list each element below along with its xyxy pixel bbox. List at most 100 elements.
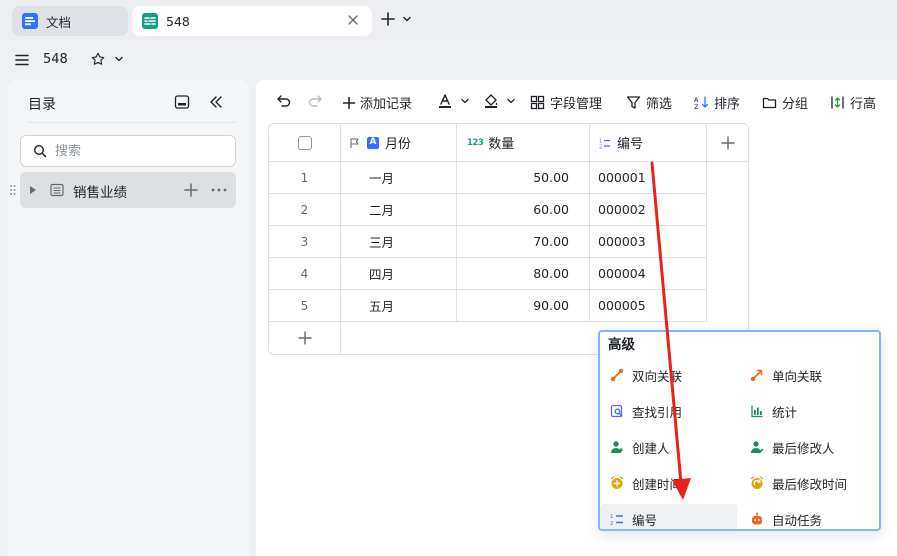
lookup-icon xyxy=(610,404,624,418)
paint-bucket-icon xyxy=(483,93,499,109)
stats-icon xyxy=(750,404,764,418)
table-cell-month[interactable]: 一月 xyxy=(341,162,457,194)
filter-label: 筛选 xyxy=(646,97,673,112)
menu-item-auto-number[interactable]: 12 编号 xyxy=(600,504,737,529)
table-cell-quantity[interactable]: 60.00 xyxy=(457,194,590,226)
sort-icon: AZ xyxy=(694,95,709,110)
add-field-button[interactable] xyxy=(707,124,748,162)
modifier-icon xyxy=(750,440,764,454)
table-cell-quantity[interactable]: 70.00 xyxy=(457,226,590,258)
favorite-button[interactable] xyxy=(91,52,124,66)
more-icon[interactable] xyxy=(210,182,228,198)
divider xyxy=(28,122,236,123)
menu-item-modified-time[interactable]: 最后修改时间 xyxy=(740,468,877,498)
svg-text:2: 2 xyxy=(599,144,602,149)
menu-item-label: 创建时间 xyxy=(632,476,683,492)
menu-item-last-modifier[interactable]: 最后修改人 xyxy=(740,432,877,462)
sort-label: 排序 xyxy=(714,97,741,112)
add-record-label: 添加记录 xyxy=(360,97,413,112)
column-header-month[interactable]: A 月份 xyxy=(341,124,457,162)
sidebar-item-sales[interactable]: 销售业绩 xyxy=(10,172,236,208)
header-select-all[interactable] xyxy=(269,124,341,162)
column-label: 编号 xyxy=(617,137,644,152)
sort-button[interactable]: AZ 排序 xyxy=(694,93,740,112)
plus-icon xyxy=(720,135,736,151)
plus-icon xyxy=(342,96,356,110)
row-number[interactable]: 3 xyxy=(269,226,341,258)
add-row-button[interactable] xyxy=(269,322,341,354)
field-type-menu: 高级 双向关联 单向关联 查找引用 统计 创建人 最后修改人 创建时间 最后修改… xyxy=(598,330,881,531)
automation-icon xyxy=(750,512,764,526)
row-number[interactable]: 2 xyxy=(269,194,341,226)
primary-field-flag-icon xyxy=(349,137,361,149)
star-icon xyxy=(91,52,105,66)
collapse-sidebar-icon[interactable] xyxy=(208,94,224,110)
column-header-code[interactable]: 12 编号 xyxy=(590,124,707,162)
fill-color-button[interactable] xyxy=(483,93,516,109)
sidebar-panel-icon[interactable] xyxy=(174,94,190,110)
menu-item-created-time[interactable]: 创建时间 xyxy=(600,468,737,498)
table-cell-month[interactable]: 四月 xyxy=(341,258,457,290)
filter-icon xyxy=(626,95,641,110)
checkbox[interactable] xyxy=(297,135,312,150)
table-cell-code[interactable]: 000001 xyxy=(590,162,707,194)
menu-item-label: 单向关联 xyxy=(772,368,823,384)
table-cell-code[interactable]: 000005 xyxy=(590,290,707,322)
filter-button[interactable]: 筛选 xyxy=(626,93,672,112)
menu-item-lookup[interactable]: 查找引用 xyxy=(600,396,737,426)
chevron-down-icon xyxy=(506,96,516,106)
undo-icon[interactable] xyxy=(276,93,292,109)
menu-icon[interactable] xyxy=(15,53,29,67)
row-number[interactable]: 5 xyxy=(269,290,341,322)
chevron-down-icon xyxy=(114,54,124,64)
close-icon[interactable] xyxy=(346,13,360,27)
row-number[interactable]: 4 xyxy=(269,258,341,290)
plus-icon xyxy=(297,330,313,346)
new-tab-button[interactable] xyxy=(380,11,412,27)
field-manage-button[interactable]: 字段管理 xyxy=(530,93,602,112)
two-way-link-icon xyxy=(610,368,624,382)
table-cell-month[interactable]: 五月 xyxy=(341,290,457,322)
menu-item-label: 编号 xyxy=(632,512,658,528)
add-icon[interactable] xyxy=(183,182,199,198)
add-record-button[interactable]: 添加记录 xyxy=(342,93,412,112)
menu-item-creator[interactable]: 创建人 xyxy=(600,432,737,462)
redo-icon[interactable] xyxy=(307,93,323,109)
folder-icon xyxy=(762,95,777,110)
document-title[interactable]: 548 xyxy=(43,52,68,67)
menu-item-label: 查找引用 xyxy=(632,404,683,420)
row-height-button[interactable]: 行高 xyxy=(830,93,876,112)
text-color-button[interactable] xyxy=(437,93,470,109)
field-manage-label: 字段管理 xyxy=(550,97,603,112)
row-number[interactable]: 1 xyxy=(269,162,341,194)
expand-arrow-icon[interactable] xyxy=(29,185,37,195)
menu-item-automation[interactable]: 自动任务 xyxy=(740,504,877,529)
menu-item-one-way-link[interactable]: 单向关联 xyxy=(740,360,877,390)
menu-item-stats[interactable]: 统计 xyxy=(740,396,877,426)
table-cell-quantity[interactable]: 50.00 xyxy=(457,162,590,194)
menu-item-label: 最后修改时间 xyxy=(772,476,848,492)
tab-548-label: 548 xyxy=(166,13,190,29)
table-cell-code[interactable]: 000002 xyxy=(590,194,707,226)
document-header: 548 xyxy=(0,40,897,80)
row-height-icon xyxy=(830,95,845,110)
sidebar-item-label: 销售业绩 xyxy=(73,185,127,201)
table-cell-quantity[interactable]: 90.00 xyxy=(457,290,590,322)
menu-item-two-way-link[interactable]: 双向关联 xyxy=(600,360,737,390)
group-button[interactable]: 分组 xyxy=(762,93,808,112)
table-cell-month[interactable]: 二月 xyxy=(341,194,457,226)
menu-section-title: 高级 xyxy=(608,337,635,353)
search-box[interactable] xyxy=(20,135,236,167)
column-header-quantity[interactable]: 123 数量 xyxy=(457,124,590,162)
tab-docs[interactable]: 文档 xyxy=(12,6,128,36)
tab-548[interactable]: 548 xyxy=(132,6,372,36)
tab-bar: 文档 548 xyxy=(0,0,897,40)
table-cell-month[interactable]: 三月 xyxy=(341,226,457,258)
search-input[interactable] xyxy=(55,143,215,159)
menu-item-label: 统计 xyxy=(772,404,798,420)
table-cell-quantity[interactable]: 80.00 xyxy=(457,258,590,290)
data-table: A 月份 123 数量 12 编号 1 一月 50.00 000001 2 二月… xyxy=(268,123,749,355)
table-cell-code[interactable]: 000003 xyxy=(590,226,707,258)
drag-handle-icon[interactable] xyxy=(10,184,16,196)
table-cell-code[interactable]: 000004 xyxy=(590,258,707,290)
